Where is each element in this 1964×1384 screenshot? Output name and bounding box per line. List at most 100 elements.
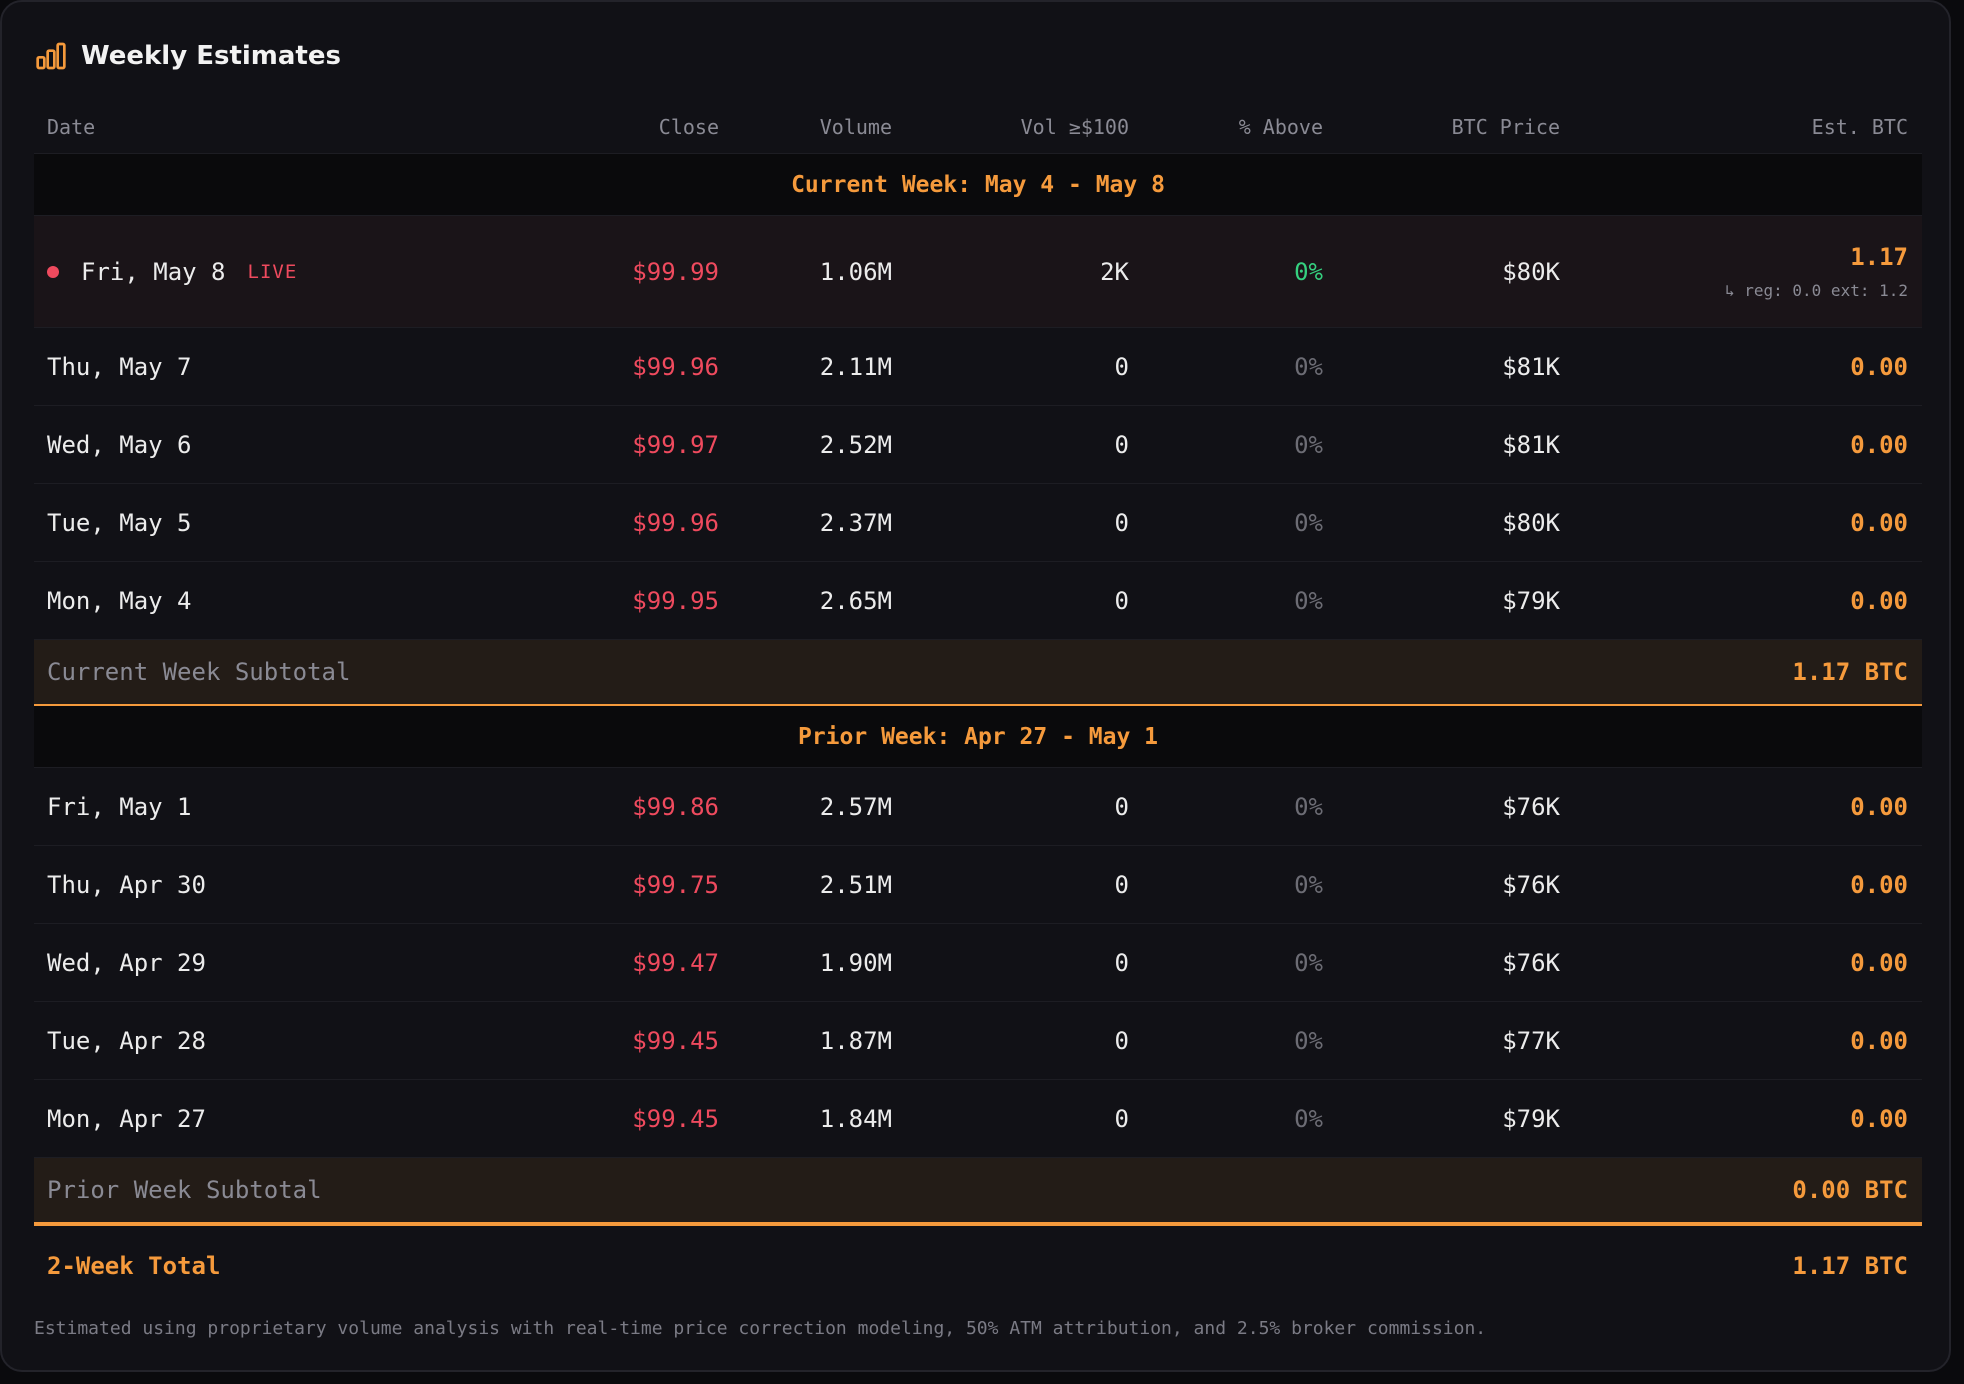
row-btc-price: $76K (1502, 792, 1560, 821)
row-volume: 2.52M (819, 430, 892, 459)
row-close: $99.45 (632, 1104, 719, 1133)
table-row[interactable]: Mon, May 4 $99.95 2.65M 0 0% $79K 0.00 (34, 562, 1922, 640)
row-close: $99.45 (632, 1026, 719, 1055)
table-row[interactable]: Tue, Apr 28 $99.45 1.87M 0 0% $77K 0.00 (34, 1002, 1922, 1080)
row-pct-above: 0% (1294, 586, 1323, 615)
row-volume: 1.84M (819, 1104, 892, 1133)
prior-week-heading: Prior Week: Apr 27 - May 1 (34, 706, 1922, 768)
column-header-close[interactable]: Close (659, 100, 719, 153)
table-row[interactable]: Fri, May 1 $99.86 2.57M 0 0% $76K 0.00 (34, 768, 1922, 846)
current-week-heading: Current Week: May 4 - May 8 (34, 154, 1922, 216)
row-vol100: 0 (1114, 1026, 1129, 1055)
column-header-pct-above[interactable]: % Above (1239, 100, 1323, 153)
row-btc-price: $76K (1502, 948, 1560, 977)
current-week-subtotal-row: Current Week Subtotal 1.17 BTC (34, 640, 1922, 706)
row-pct-above: 0% (1294, 430, 1323, 459)
table-row[interactable]: Tue, May 5 $99.96 2.37M 0 0% $80K 0.00 (34, 484, 1922, 562)
row-vol100: 0 (1114, 352, 1129, 381)
prior-week-heading-text: Prior Week: Apr 27 - May 1 (797, 723, 1159, 750)
methodology-footnote: Estimated using proprietary volume analy… (34, 1318, 1487, 1339)
live-dot-icon (47, 265, 59, 278)
column-header-btc-price[interactable]: BTC Price (1452, 100, 1560, 153)
bar-chart-icon (36, 42, 66, 70)
row-close: $99.75 (632, 870, 719, 899)
live-volume: 1.06M (819, 257, 892, 286)
current-week-rows: Thu, May 7 $99.96 2.11M 0 0% $81K 0.00 W… (34, 328, 1922, 640)
table-header-row: Date Close Volume Vol ≥$100 % Above BTC … (34, 100, 1922, 154)
row-pct-above: 0% (1294, 870, 1323, 899)
table-row[interactable]: Thu, May 7 $99.96 2.11M 0 0% $81K 0.00 (34, 328, 1922, 406)
row-est-btc: 0.00 (1850, 352, 1908, 381)
row-close: $99.96 (632, 352, 719, 381)
table-row[interactable]: Mon, Apr 27 $99.45 1.84M 0 0% $79K 0.00 (34, 1080, 1922, 1158)
table-row[interactable]: Wed, May 6 $99.97 2.52M 0 0% $81K 0.00 (34, 406, 1922, 484)
row-close: $99.47 (632, 948, 719, 977)
row-pct-above: 0% (1294, 792, 1323, 821)
row-volume: 1.90M (819, 948, 892, 977)
row-close: $99.96 (632, 508, 719, 537)
live-est-btc: 1.17 (1850, 243, 1908, 271)
prior-week-rows: Fri, May 1 $99.86 2.57M 0 0% $76K 0.00 T… (34, 768, 1922, 1158)
row-date: Thu, May 7 (47, 352, 192, 381)
table-row[interactable]: Thu, Apr 30 $99.75 2.51M 0 0% $76K 0.00 (34, 846, 1922, 924)
row-btc-price: $76K (1502, 870, 1560, 899)
row-volume: 2.51M (819, 870, 892, 899)
row-volume: 2.65M (819, 586, 892, 615)
row-date: Mon, May 4 (47, 586, 192, 615)
column-header-est-btc[interactable]: Est. BTC (1812, 100, 1908, 153)
row-close: $99.95 (632, 586, 719, 615)
row-vol100: 0 (1114, 1104, 1129, 1133)
row-date: Fri, May 1 (47, 792, 192, 821)
live-date-cell: Fri, May 8 LIVE (47, 216, 297, 327)
estimates-table: Date Close Volume Vol ≥$100 % Above BTC … (34, 100, 1922, 1306)
row-est-btc: 0.00 (1850, 792, 1908, 821)
row-volume: 2.57M (819, 792, 892, 821)
column-header-date[interactable]: Date (47, 100, 95, 153)
row-pct-above: 0% (1294, 1026, 1323, 1055)
row-close: $99.86 (632, 792, 719, 821)
row-volume: 2.11M (819, 352, 892, 381)
prior-week-subtotal-row: Prior Week Subtotal 0.00 BTC (34, 1158, 1922, 1224)
row-pct-above: 0% (1294, 948, 1323, 977)
live-vol100: 2K (1100, 257, 1129, 286)
row-vol100: 0 (1114, 948, 1129, 977)
row-pct-above: 0% (1294, 1104, 1323, 1133)
table-row[interactable]: Wed, Apr 29 $99.47 1.90M 0 0% $76K 0.00 (34, 924, 1922, 1002)
prior-week-subtotal-label: Prior Week Subtotal (47, 1176, 322, 1204)
row-pct-above: 0% (1294, 508, 1323, 537)
row-date: Thu, Apr 30 (47, 870, 206, 899)
row-date: Wed, May 6 (47, 430, 192, 459)
row-pct-above: 0% (1294, 352, 1323, 381)
column-header-volume[interactable]: Volume (820, 100, 892, 153)
row-est-btc: 0.00 (1850, 1104, 1908, 1133)
row-est-btc: 0.00 (1850, 870, 1908, 899)
live-date: Fri, May 8 (81, 257, 226, 286)
row-btc-price: $77K (1502, 1026, 1560, 1055)
row-btc-price: $79K (1502, 586, 1560, 615)
live-est-detail: ↳ reg: 0.0 ext: 1.2 (1724, 281, 1908, 300)
row-est-btc: 0.00 (1850, 430, 1908, 459)
current-week-subtotal-value: 1.17 BTC (1792, 658, 1908, 686)
row-btc-price: $80K (1502, 508, 1560, 537)
card-header: Weekly Estimates (35, 36, 341, 76)
two-week-total-row: 2-Week Total 1.17 BTC (34, 1224, 1922, 1306)
row-est-btc: 0.00 (1850, 948, 1908, 977)
current-week-subtotal-label: Current Week Subtotal (47, 658, 351, 686)
row-volume: 1.87M (819, 1026, 892, 1055)
live-close: $99.99 (632, 257, 719, 286)
row-close: $99.97 (632, 430, 719, 459)
row-btc-price: $79K (1502, 1104, 1560, 1133)
two-week-total-label: 2-Week Total (47, 1252, 221, 1280)
row-vol100: 0 (1114, 586, 1129, 615)
column-header-vol100[interactable]: Vol ≥$100 (1021, 100, 1129, 153)
row-date: Mon, Apr 27 (47, 1104, 206, 1133)
row-est-btc: 0.00 (1850, 1026, 1908, 1055)
current-week-heading-text: Current Week: May 4 - May 8 (791, 171, 1165, 198)
row-vol100: 0 (1114, 430, 1129, 459)
weekly-estimates-card: Weekly Estimates Date Close Volume Vol ≥… (0, 0, 1951, 1372)
row-est-btc: 0.00 (1850, 508, 1908, 537)
row-btc-price: $81K (1502, 430, 1560, 459)
live-pct-above: 0% (1294, 257, 1323, 286)
row-vol100: 0 (1114, 792, 1129, 821)
live-row[interactable]: Fri, May 8 LIVE $99.99 1.06M 2K 0% $80K … (34, 216, 1922, 328)
